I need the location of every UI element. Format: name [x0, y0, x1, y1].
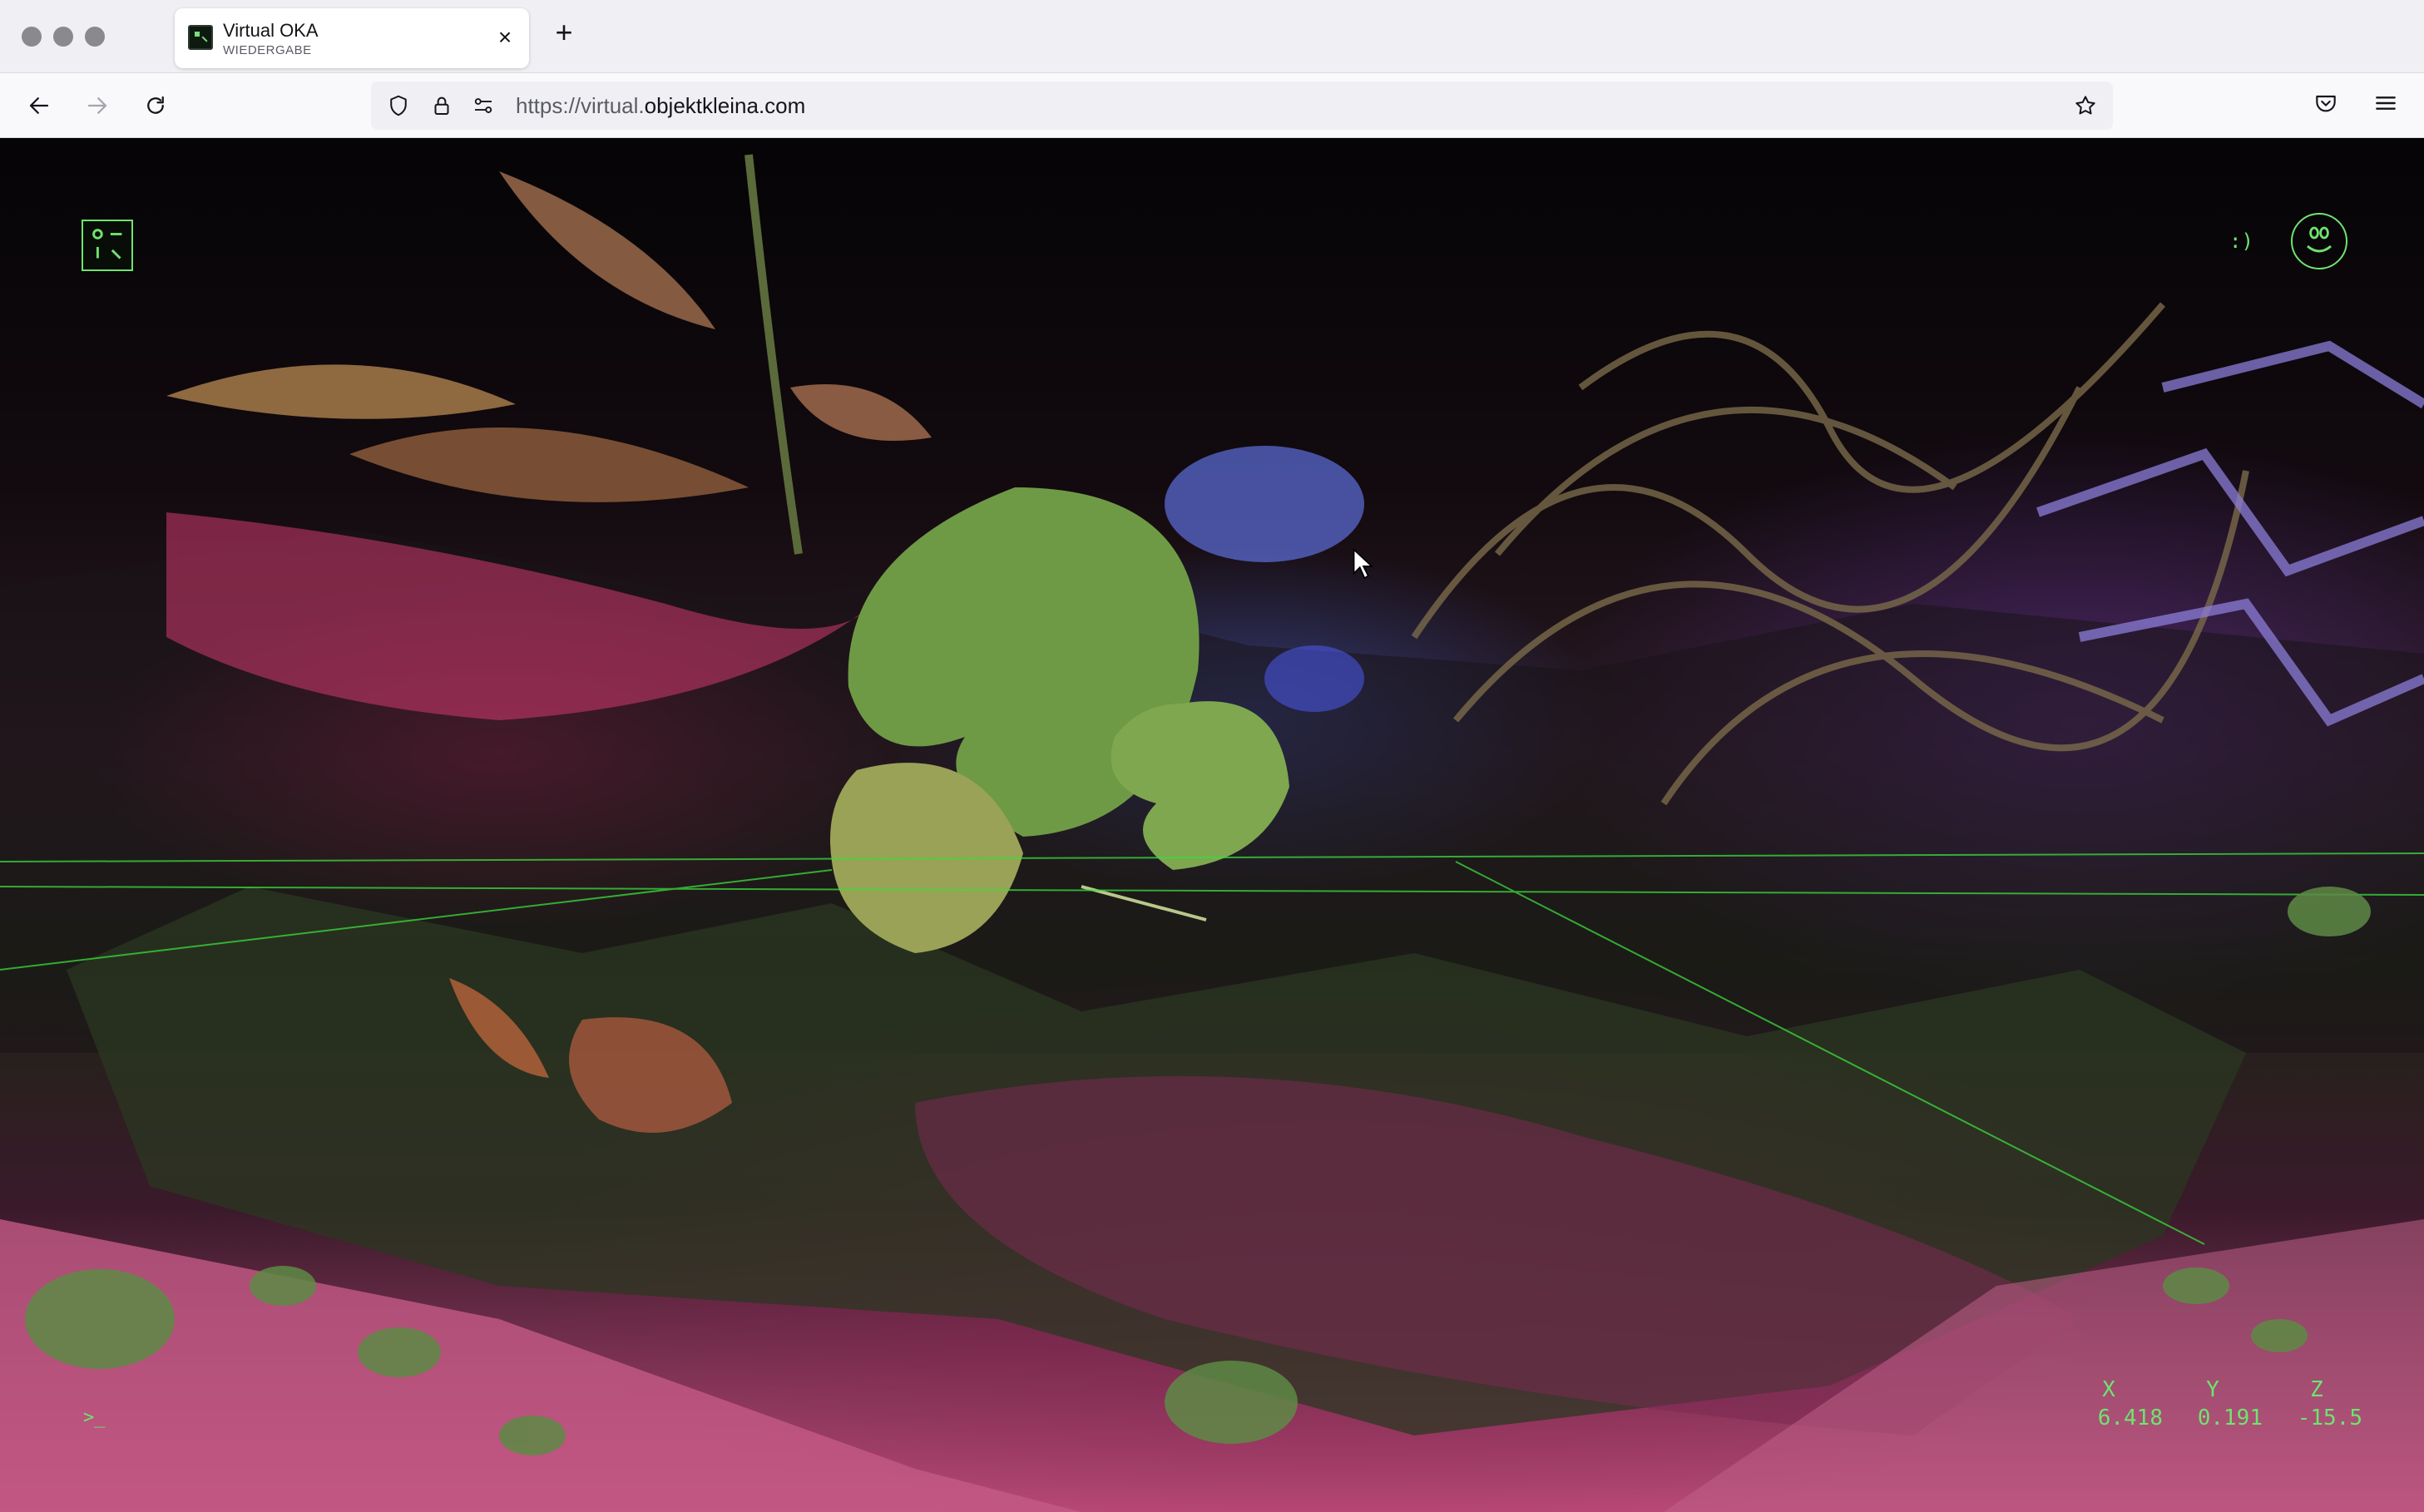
avatar-smile-button[interactable]: [2291, 213, 2347, 269]
coord-label-y: Y: [2206, 1377, 2219, 1402]
pocket-icon[interactable]: [2313, 90, 2341, 118]
shield-icon[interactable]: [386, 93, 411, 118]
coord-value-z: -15.5: [2297, 1406, 2362, 1430]
arrow-left-icon: [29, 97, 49, 114]
browser-titlebar: Virtual OKA WIEDERGABE × +: [0, 0, 2424, 73]
address-bar[interactable]: https://virtual.objektkleina.com: [371, 82, 2113, 130]
tab-subtitle: WIEDERGABE: [223, 43, 312, 57]
coord-value-x: 6.418: [2097, 1406, 2163, 1430]
lock-icon[interactable]: [429, 93, 454, 118]
minimize-window-button[interactable]: [53, 27, 73, 47]
mouse-pointer-icon: [1353, 547, 1374, 580]
maximize-window-button[interactable]: [85, 27, 105, 47]
webgl-viewport[interactable]: :) >_ X Y Z 6.418 0.191 -15.5: [0, 138, 2424, 1512]
back-button[interactable]: [23, 90, 55, 121]
minimap-button[interactable]: [82, 220, 133, 271]
oka-favicon-icon: [188, 25, 213, 50]
coord-label-z: Z: [2310, 1377, 2323, 1402]
tab-title: Virtual OKA: [223, 20, 319, 41]
bookmark-star-icon[interactable]: [2073, 93, 2098, 118]
console-prompt[interactable]: >_: [83, 1407, 106, 1428]
new-tab-button[interactable]: +: [549, 17, 579, 48]
reload-button[interactable]: [140, 90, 171, 121]
smile-text: :): [2229, 230, 2253, 253]
browser-tab[interactable]: Virtual OKA WIEDERGABE ×: [175, 8, 529, 68]
close-icon[interactable]: ×: [492, 25, 517, 50]
forward-button[interactable]: [82, 90, 113, 121]
arrow-right-icon: [87, 97, 107, 114]
smiley-face-icon: [2307, 226, 2332, 253]
hamburger-menu-icon[interactable]: [2372, 90, 2401, 118]
map-icon: [92, 229, 122, 259]
url-domain: objektkleina.com: [644, 93, 806, 118]
url-text[interactable]: https://virtual.objektkleina.com: [516, 93, 805, 119]
close-window-button[interactable]: [22, 27, 42, 47]
browser-navbar: https://virtual.objektkleina.com: [0, 73, 2424, 138]
coord-value-y: 0.191: [2197, 1406, 2263, 1430]
permissions-icon[interactable]: [471, 93, 496, 118]
reload-icon: [147, 96, 164, 114]
url-prefix: https://virtual.: [516, 93, 645, 118]
position-readout: X Y Z 6.418 0.191 -15.5: [2063, 1377, 2362, 1430]
scene-artwork: [0, 154, 2424, 1512]
window-controls: [22, 27, 105, 47]
coord-label-x: X: [2102, 1377, 2115, 1402]
